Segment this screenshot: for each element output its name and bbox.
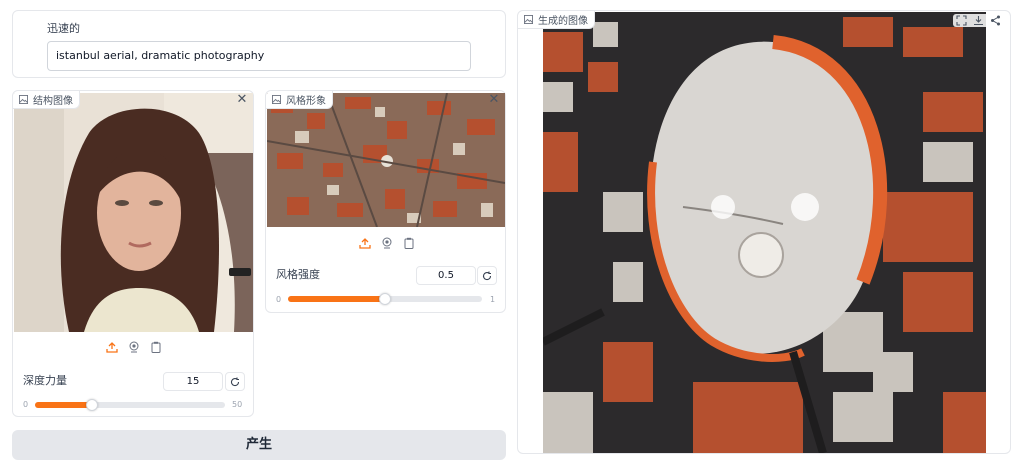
prompt-input[interactable]: istanbul aerial, dramatic photography — [47, 41, 471, 71]
output-badge: 生成的图像 — [518, 11, 595, 29]
depth-slider-fill — [35, 402, 92, 408]
image-icon — [524, 15, 533, 24]
depth-strength-label: 深度力量 — [23, 374, 67, 387]
style-slider-thumb[interactable] — [379, 293, 391, 305]
depth-max: 50 — [232, 400, 243, 409]
generated-image — [543, 12, 986, 453]
structure-image — [14, 93, 253, 332]
webcam-icon[interactable] — [381, 237, 393, 249]
style-min: 0 — [276, 295, 282, 304]
style-strength-label: 风格强度 — [276, 268, 320, 281]
download-icon[interactable] — [973, 15, 984, 26]
output-toolbar — [953, 14, 1004, 27]
prompt-panel: 迅速的 istanbul aerial, dramatic photograph… — [12, 10, 506, 78]
style-image — [267, 93, 505, 227]
reset-icon[interactable] — [477, 266, 497, 285]
upload-icon[interactable] — [358, 237, 371, 249]
output-panel: 生成的图像 — [517, 10, 1011, 454]
fullscreen-icon[interactable] — [956, 15, 967, 26]
style-slider[interactable] — [288, 293, 482, 305]
generate-button[interactable]: 产生 — [12, 430, 506, 460]
depth-slider[interactable] — [35, 399, 225, 411]
style-badge: 风格形象 — [266, 91, 333, 109]
upload-icon[interactable] — [106, 341, 118, 353]
depth-slider-thumb[interactable] — [86, 399, 98, 411]
prompt-label: 迅速的 — [47, 22, 80, 35]
structure-panel: 结构图像 ✕ 深度力量 15 0 50 — [12, 90, 254, 417]
style-slider-fill — [288, 296, 385, 302]
share-icon[interactable] — [990, 15, 1001, 26]
webcam-icon[interactable] — [128, 341, 140, 353]
structure-badge: 结构图像 — [13, 91, 80, 109]
output-label: 生成的图像 — [538, 16, 588, 27]
close-icon[interactable]: ✕ — [235, 93, 249, 107]
depth-min: 0 — [23, 400, 29, 409]
image-icon — [272, 95, 281, 104]
structure-tools — [13, 340, 255, 354]
style-panel: 风格形象 ✕ 风格强度 0.5 0 1 — [265, 90, 506, 313]
clipboard-icon[interactable] — [150, 341, 162, 353]
style-label: 风格形象 — [286, 96, 326, 107]
depth-strength-input[interactable]: 15 — [163, 372, 223, 391]
style-strength-input[interactable]: 0.5 — [416, 266, 476, 285]
clipboard-icon[interactable] — [403, 237, 415, 249]
reset-icon[interactable] — [225, 372, 245, 391]
style-tools — [266, 236, 507, 250]
style-max: 1 — [490, 295, 496, 304]
close-icon[interactable]: ✕ — [487, 93, 501, 107]
structure-label: 结构图像 — [33, 96, 73, 107]
image-icon — [19, 95, 28, 104]
